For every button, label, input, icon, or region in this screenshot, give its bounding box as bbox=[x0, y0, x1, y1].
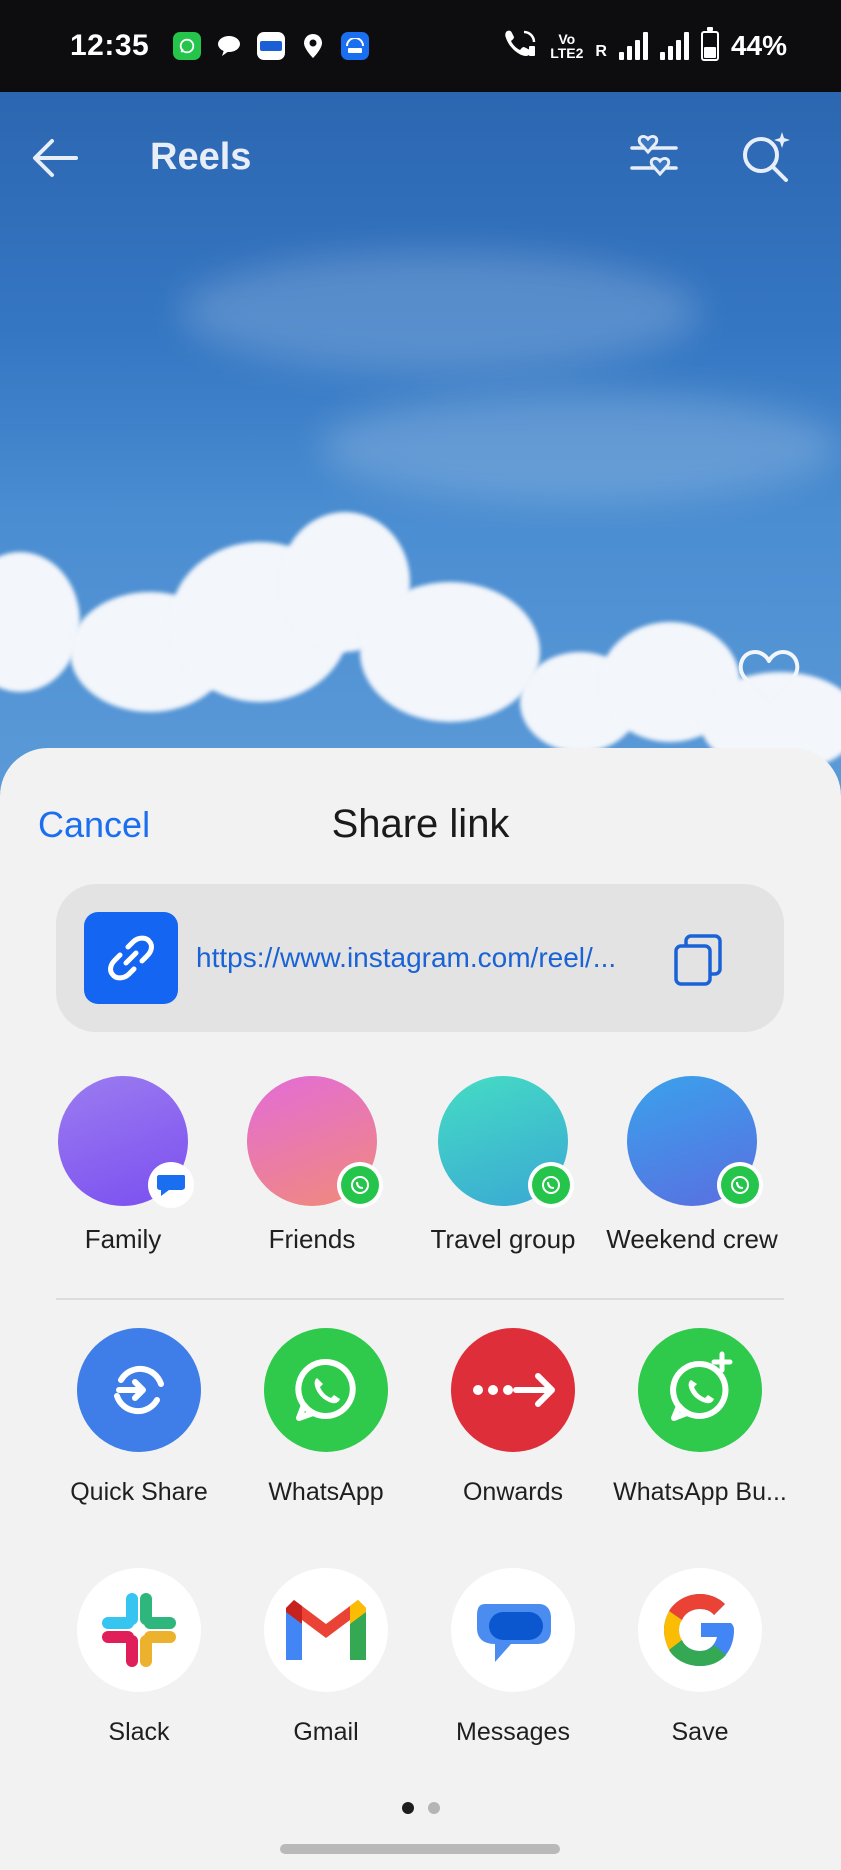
home-indicator[interactable] bbox=[280, 1844, 560, 1854]
cloud-wisp bbox=[320, 392, 840, 502]
whatsapp-notification-icon bbox=[173, 32, 202, 60]
location-icon bbox=[299, 32, 327, 60]
whatsapp-badge-icon bbox=[717, 1162, 763, 1208]
back-arrow-icon[interactable] bbox=[26, 128, 86, 188]
share-target-quick-share[interactable]: Quick Share bbox=[44, 1328, 234, 1507]
heart-icon[interactable] bbox=[736, 646, 802, 708]
contact-family[interactable]: Family bbox=[28, 1076, 218, 1255]
contact-travel-group[interactable]: Travel group bbox=[408, 1076, 598, 1255]
copy-icon[interactable] bbox=[672, 932, 726, 986]
app-label: Quick Share bbox=[70, 1478, 208, 1506]
cloud-wisp bbox=[180, 252, 700, 372]
share-target-save[interactable]: Save bbox=[605, 1568, 795, 1747]
cloud bbox=[360, 582, 540, 722]
battery-icon bbox=[700, 27, 719, 61]
whatsapp-icon bbox=[264, 1328, 388, 1452]
app-label: Onwards bbox=[462, 1478, 564, 1506]
search-sparkle-icon[interactable] bbox=[736, 128, 796, 188]
contact-label: Friends bbox=[268, 1224, 356, 1254]
contact-label: Family bbox=[84, 1224, 162, 1254]
status-bar: 12:35 Vo LTE2 R 44% bbox=[0, 0, 841, 92]
cloud bbox=[0, 552, 80, 692]
messages-badge-icon bbox=[148, 1162, 194, 1208]
app-label: WhatsApp Bu... bbox=[613, 1478, 787, 1506]
share-target-onwards[interactable]: Onwards bbox=[418, 1328, 608, 1507]
chat-notification-icon bbox=[215, 32, 243, 60]
reels-header: Reels bbox=[0, 92, 841, 224]
status-time: 12:35 bbox=[70, 29, 150, 62]
lte-label: LTE2 bbox=[550, 45, 584, 61]
paytm-notification-icon bbox=[257, 32, 286, 60]
google-icon bbox=[638, 1568, 762, 1692]
whatsapp-business-icon bbox=[638, 1328, 762, 1452]
page-dot[interactable] bbox=[427, 1802, 440, 1814]
app-label: WhatsApp bbox=[268, 1478, 384, 1506]
share-target-gmail[interactable]: Gmail bbox=[231, 1568, 421, 1747]
app-label: Slack bbox=[108, 1718, 170, 1746]
volte-indicator: Vo LTE2 bbox=[550, 32, 583, 60]
app-label: Messages bbox=[456, 1718, 570, 1746]
app-label: Gmail bbox=[293, 1718, 359, 1746]
link-url: https://www.instagram.com/reel/... bbox=[196, 942, 617, 973]
slack-icon bbox=[77, 1568, 201, 1692]
contact-label: Weekend crew bbox=[606, 1224, 778, 1254]
hotspot-icon bbox=[341, 32, 370, 60]
contact-weekend-crew[interactable]: Weekend crew bbox=[597, 1076, 787, 1255]
whatsapp-badge-icon bbox=[337, 1162, 383, 1208]
onwards-icon bbox=[451, 1328, 575, 1452]
sheet-title: Share link bbox=[331, 802, 510, 846]
section-divider bbox=[56, 1298, 784, 1300]
roaming-indicator: R bbox=[595, 42, 607, 60]
filter-heart-icon[interactable] bbox=[624, 128, 684, 188]
wifi-calling-icon bbox=[502, 28, 538, 65]
page-dot-active[interactable] bbox=[401, 1802, 414, 1814]
messages-icon bbox=[451, 1568, 575, 1692]
contact-label: Travel group bbox=[430, 1224, 576, 1254]
signal-icon bbox=[618, 32, 648, 60]
share-sheet: Cancel Share link https://www.instagram.… bbox=[0, 748, 841, 1870]
link-preview-bar[interactable]: https://www.instagram.com/reel/... bbox=[56, 884, 784, 1032]
battery-percent: 44% bbox=[730, 30, 787, 61]
gmail-icon bbox=[264, 1568, 388, 1692]
page-indicator bbox=[0, 1802, 841, 1814]
share-target-whatsapp[interactable]: WhatsApp bbox=[231, 1328, 421, 1507]
battery-fill bbox=[703, 46, 716, 58]
share-target-whatsapp-business[interactable]: WhatsApp Bu... bbox=[605, 1328, 795, 1507]
app-label: Save bbox=[671, 1718, 729, 1746]
page-title: Reels bbox=[150, 136, 252, 178]
share-target-slack[interactable]: Slack bbox=[44, 1568, 234, 1747]
contact-friends[interactable]: Friends bbox=[217, 1076, 407, 1255]
signal-icon-sim2 bbox=[659, 32, 689, 60]
link-icon bbox=[84, 912, 178, 1004]
share-target-messages[interactable]: Messages bbox=[418, 1568, 608, 1747]
quick-share-icon bbox=[77, 1328, 201, 1452]
whatsapp-badge-icon bbox=[528, 1162, 574, 1208]
